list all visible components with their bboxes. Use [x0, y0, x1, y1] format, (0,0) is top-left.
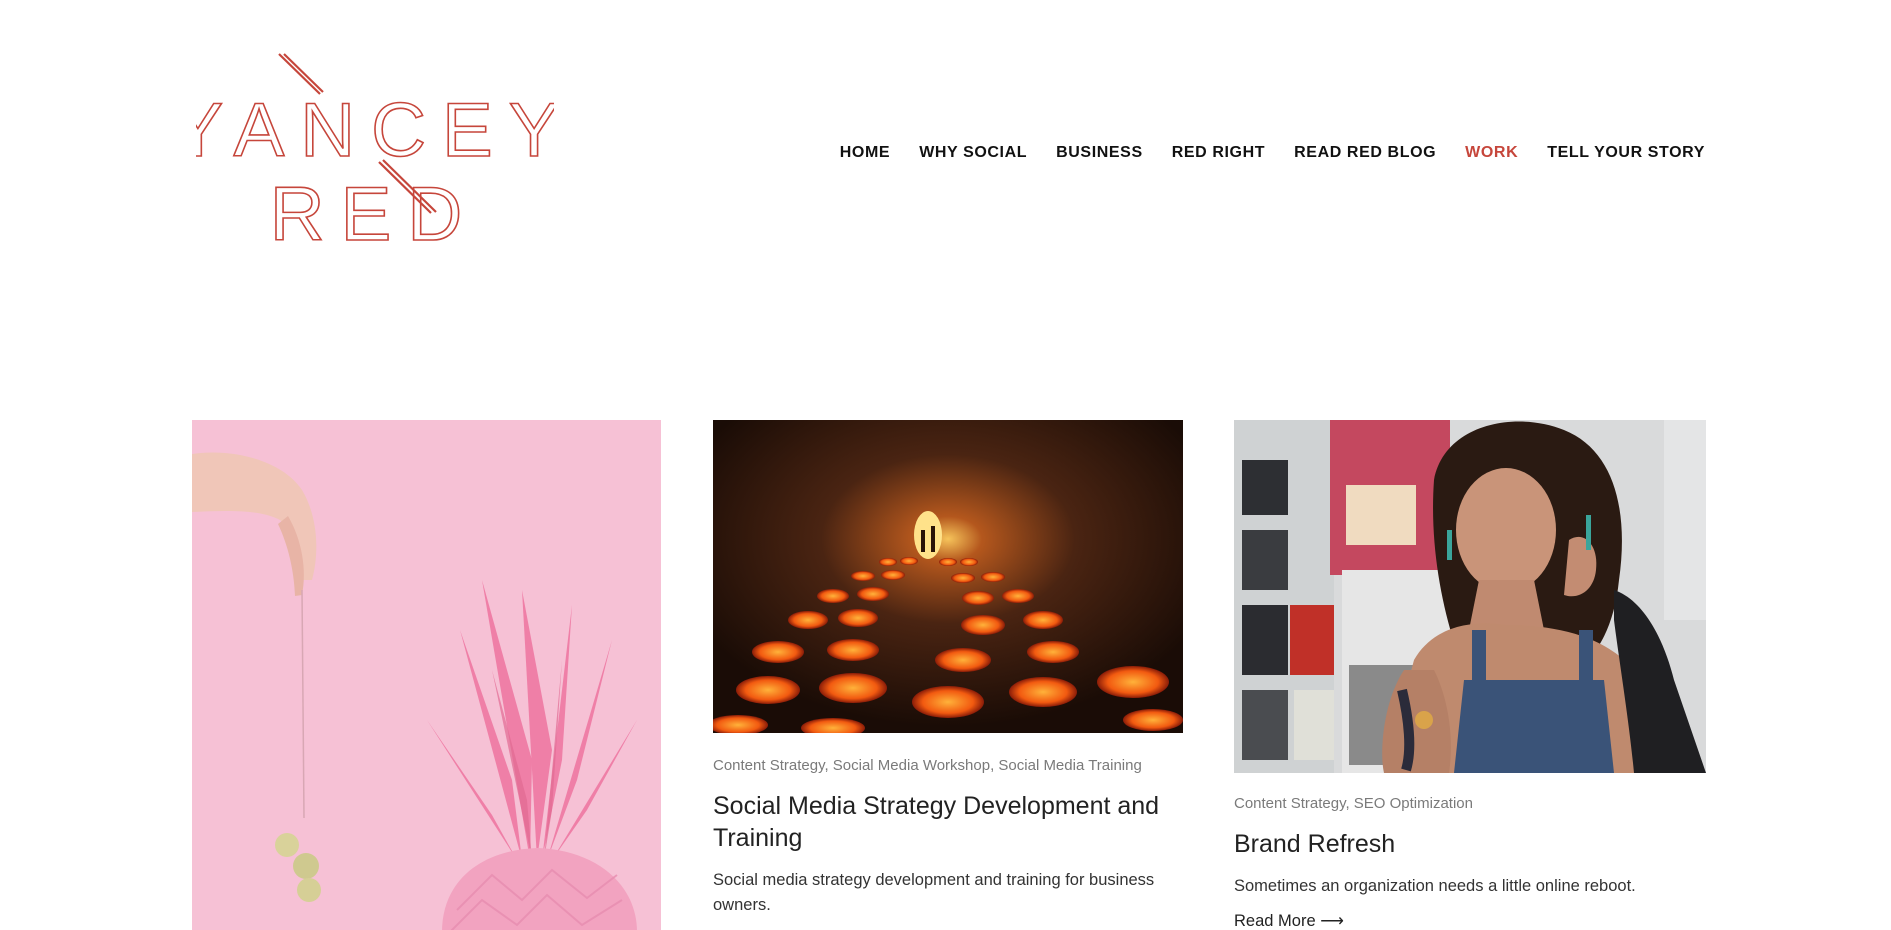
glowing-pots-photo-icon — [713, 420, 1183, 733]
nav-why-social[interactable]: WHY SOCIAL — [919, 144, 1027, 162]
nav-red-right[interactable]: RED RIGHT — [1172, 144, 1265, 162]
card-categories: Content Strategy, Social Media Workshop,… — [713, 757, 1142, 774]
portfolio-image-social-media[interactable] — [713, 420, 1183, 733]
portfolio-image-pineapple[interactable] — [192, 420, 661, 930]
card-title: Social Media Strategy Development and Tr… — [713, 790, 1183, 854]
pineapple-photo-icon — [192, 420, 661, 930]
portfolio-card-1 — [192, 420, 661, 930]
main-nav: HOME WHY SOCIAL BUSINESS RED RIGHT READ … — [811, 144, 1705, 162]
card-categories: Content Strategy, SEO Optimization — [1234, 795, 1473, 812]
portfolio-card-2: Content Strategy, Social Media Workshop,… — [713, 420, 1183, 918]
site-logo[interactable]: YANCEY RED — [196, 50, 554, 250]
card-excerpt: Social media strategy development and tr… — [713, 871, 1155, 914]
nav-read-red-blog[interactable]: READ RED BLOG — [1294, 144, 1436, 162]
card-excerpt: Sometimes an organization needs a little… — [1234, 877, 1636, 895]
card-title-link[interactable]: Social Media Strategy Development and Tr… — [713, 792, 1159, 852]
portfolio-card-3: Content Strategy, SEO Optimization Brand… — [1234, 420, 1706, 930]
read-more-link[interactable]: Read More ⟶ — [1234, 911, 1344, 930]
yancey-red-logo-icon: YANCEY RED — [196, 53, 554, 250]
portfolio-image-brand-refresh[interactable] — [1234, 420, 1706, 773]
woman-portrait-photo-icon — [1234, 420, 1706, 773]
svg-text:YANCEY: YANCEY — [196, 88, 554, 173]
svg-text:RED: RED — [270, 172, 478, 250]
card-title-link[interactable]: Brand Refresh — [1234, 830, 1395, 858]
nav-home[interactable]: HOME — [840, 144, 890, 162]
nav-work[interactable]: WORK — [1465, 144, 1518, 162]
nav-business[interactable]: BUSINESS — [1056, 144, 1143, 162]
card-title: Brand Refresh — [1234, 828, 1706, 860]
nav-tell-your-story[interactable]: TELL YOUR STORY — [1547, 144, 1705, 162]
